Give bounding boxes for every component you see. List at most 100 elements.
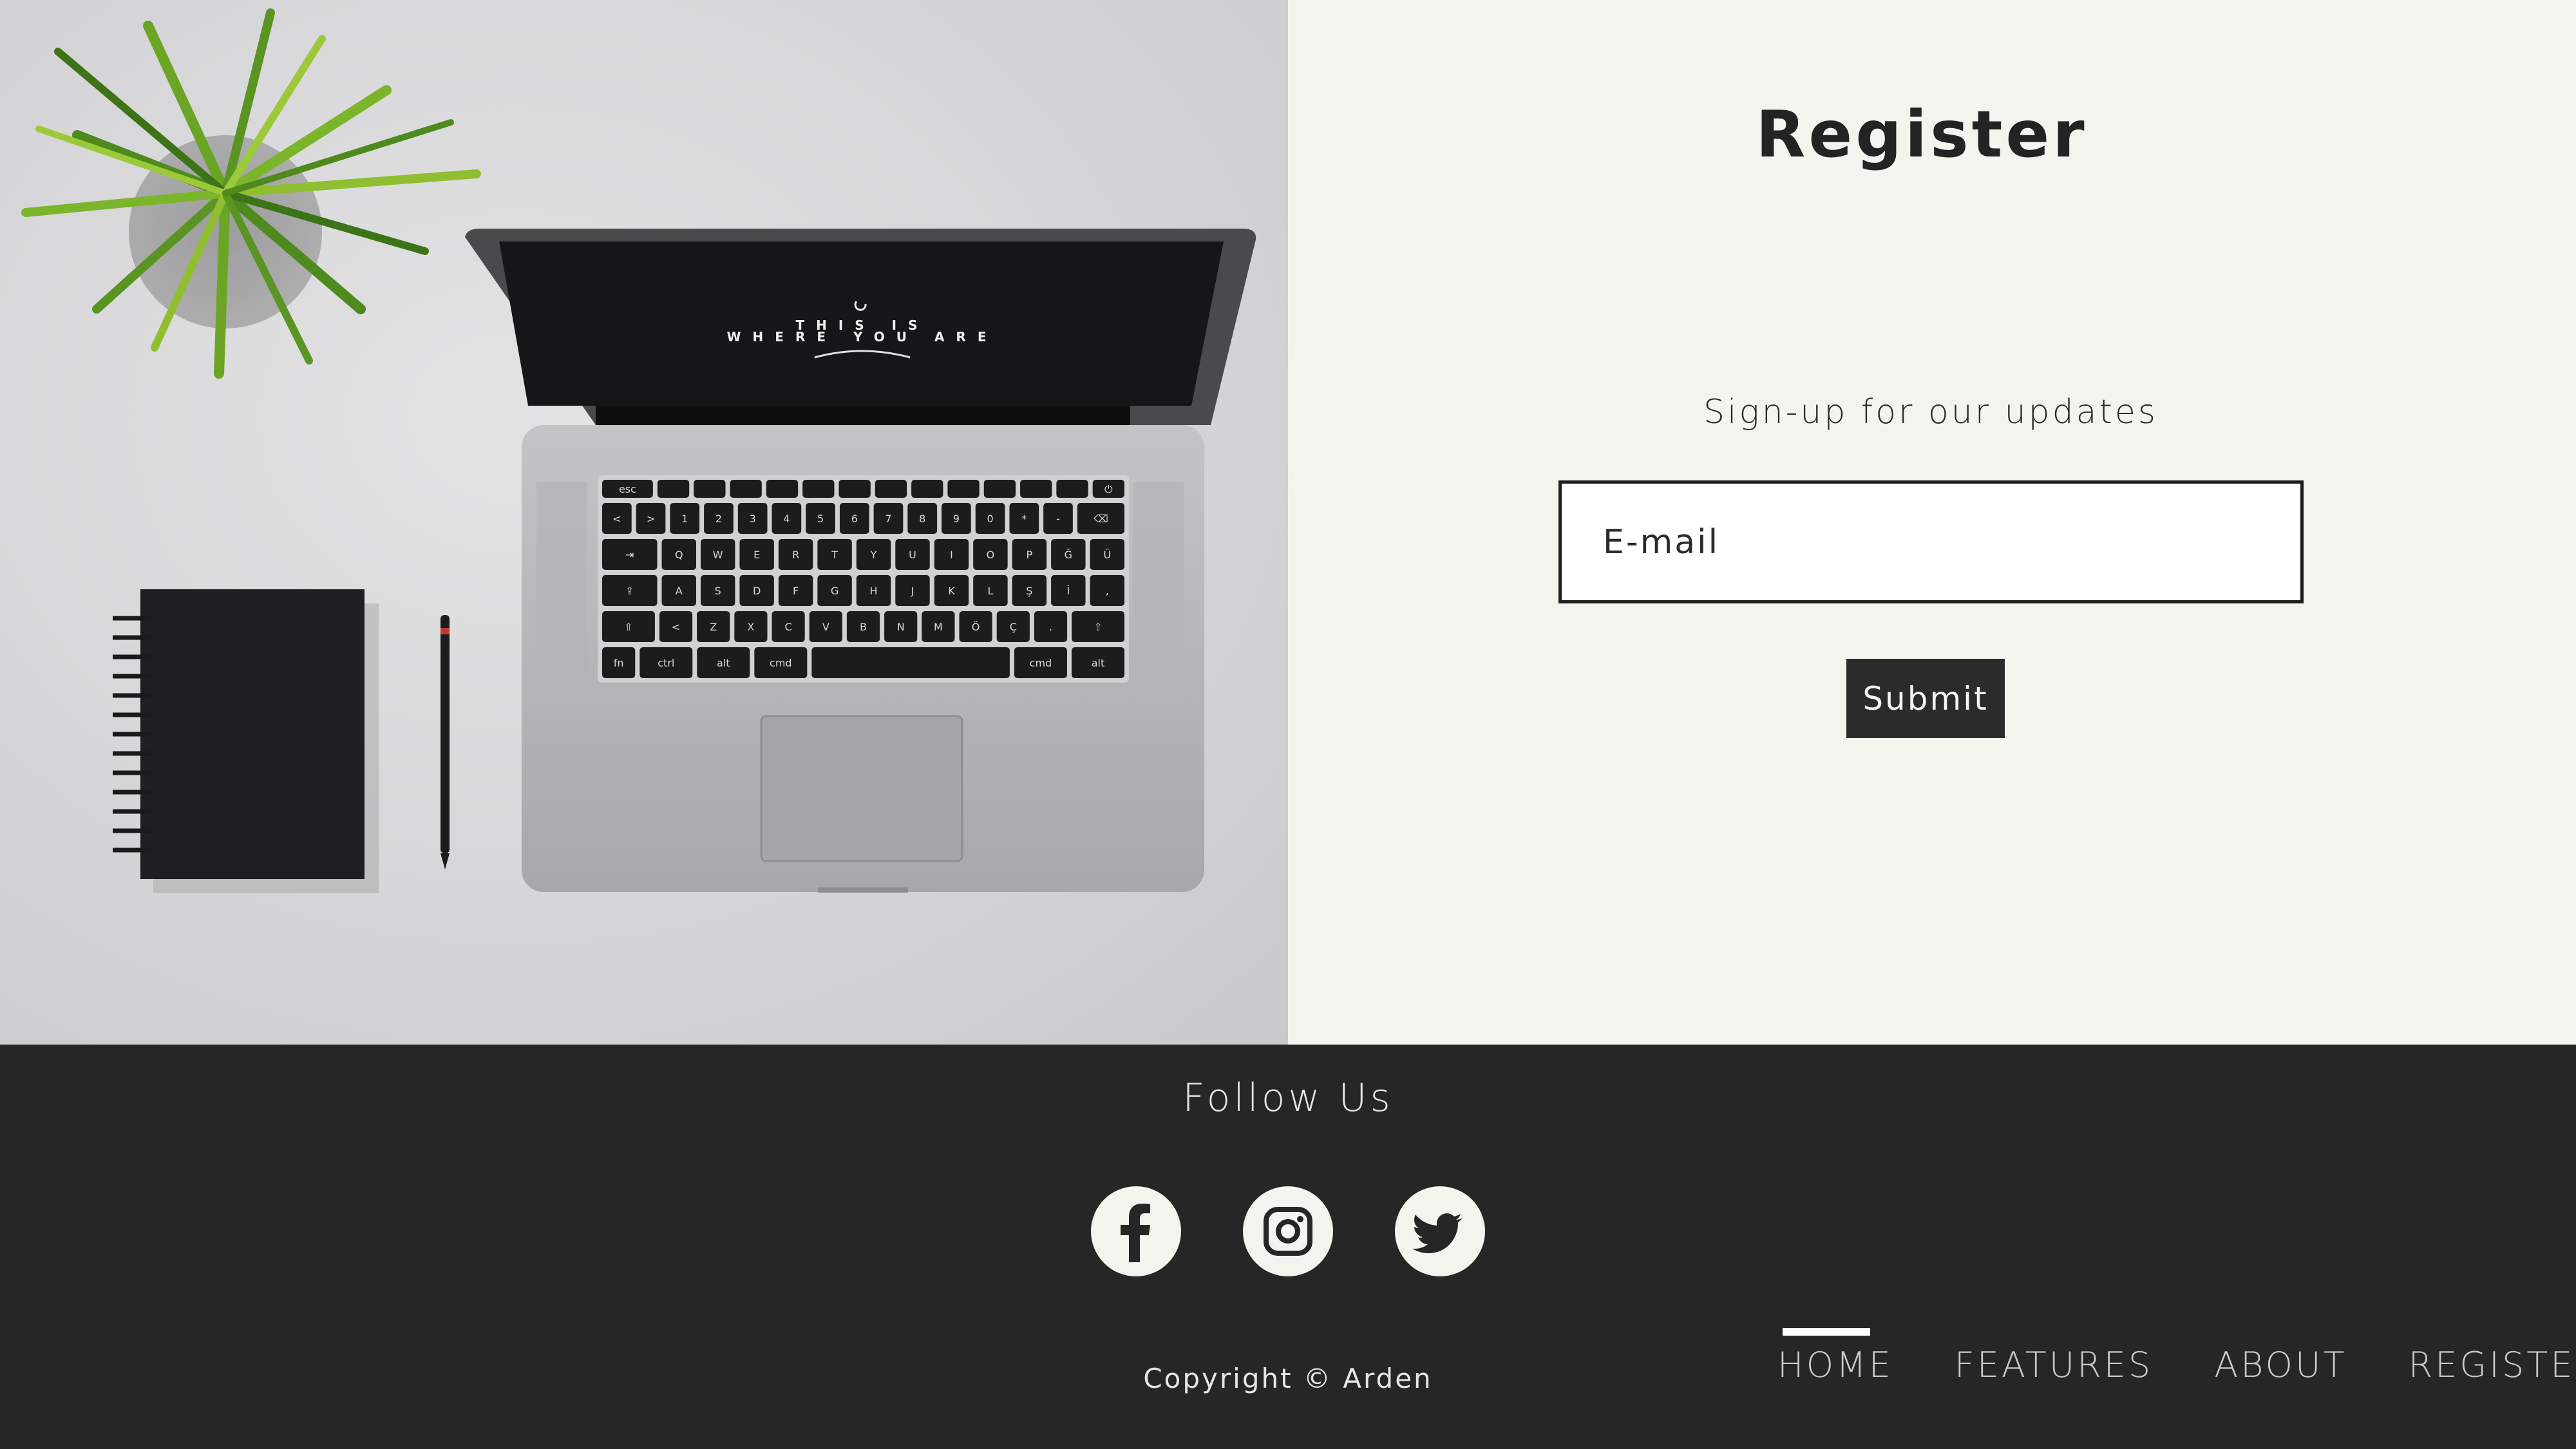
keyboard-key bbox=[911, 480, 943, 498]
twitter-icon bbox=[1412, 1213, 1463, 1253]
keyboard-key-label: P bbox=[1027, 549, 1033, 561]
keyboard-key bbox=[657, 480, 690, 498]
keyboard-key-label: V bbox=[822, 621, 829, 633]
keyboard-key-label: D bbox=[753, 585, 761, 597]
instagram-icon bbox=[1264, 1207, 1312, 1256]
keyboard-key bbox=[1020, 480, 1052, 498]
keyboard-key-label: Ş bbox=[1026, 585, 1032, 597]
keyboard-key-label: ⌫ bbox=[1093, 513, 1108, 525]
keyboard-key-label: K bbox=[948, 585, 955, 597]
screen-text-line2: WHERE YOU ARE bbox=[726, 329, 998, 345]
keyboard-key-label: ⇪ bbox=[625, 585, 634, 597]
keyboard-key-label: ⇥ bbox=[625, 549, 634, 561]
keyboard-key bbox=[766, 480, 799, 498]
keyboard-key-label: Ç bbox=[1010, 621, 1017, 633]
submit-button[interactable]: Submit bbox=[1846, 659, 2005, 738]
instagram-link[interactable] bbox=[1243, 1186, 1333, 1276]
hero-section: THIS IS WHERE YOU ARE esc ⏻ < >1 2 3 4 5 6 7 8 9 0 * -… bbox=[0, 0, 2576, 1045]
keyboard-key-label: > bbox=[647, 513, 655, 525]
keyboard-key-label: Ü bbox=[1103, 549, 1111, 561]
keyboard-key-label: İ bbox=[1066, 585, 1070, 597]
keyboard-key-label: 5 bbox=[817, 513, 824, 525]
keyboard-key-label: . bbox=[1049, 621, 1052, 633]
keyboard-key-label: - bbox=[1056, 513, 1060, 525]
keyboard-key-label: Ğ bbox=[1065, 549, 1072, 561]
workspace-photo-illustration: THIS IS WHERE YOU ARE esc ⏻< >1 2 3 4 5 6 7 8 9 0 * -… bbox=[21, 8, 1256, 893]
keyboard-key-label: , bbox=[1106, 585, 1109, 597]
keyboard-key-label: F bbox=[793, 585, 799, 597]
keyboard-key bbox=[694, 480, 726, 498]
nav-home[interactable]: HOME bbox=[1777, 1328, 1893, 1385]
register-panel: Register Sign-up for our updates Submit bbox=[1288, 0, 2576, 1045]
keyboard-key-label: ⏻ bbox=[1104, 483, 1113, 495]
keyboard-key-label: E bbox=[753, 549, 760, 561]
keyboard-key-label: J bbox=[911, 585, 914, 597]
keyboard-key-label: 4 bbox=[783, 513, 790, 525]
keyboard-key-label: 2 bbox=[715, 513, 722, 525]
keyboard-key bbox=[730, 480, 762, 498]
nav-features[interactable]: FEATURES bbox=[1955, 1345, 2153, 1385]
keyboard-key-label: ⇧ bbox=[1094, 621, 1102, 633]
keyboard-key-label: S bbox=[715, 585, 721, 597]
plant bbox=[21, 8, 481, 379]
keyboard-key-label: 8 bbox=[919, 513, 925, 525]
keyboard-key bbox=[875, 480, 907, 498]
keyboard-key bbox=[811, 647, 1010, 678]
keyboard-key bbox=[983, 480, 1016, 498]
keyboard-key-label: fn bbox=[614, 657, 624, 669]
keyboard-key-label: alt bbox=[717, 657, 730, 669]
keyboard-key-label: I bbox=[950, 549, 953, 561]
keyboard-key bbox=[947, 480, 980, 498]
keyboard-key-label: 0 bbox=[987, 513, 994, 525]
footer-nav: HOME FEATURES ABOUT REGISTER bbox=[1777, 1328, 2576, 1385]
keyboard-key-label: M bbox=[934, 621, 943, 633]
keyboard-key-label: Y bbox=[870, 549, 877, 561]
follow-us-title: Follow Us bbox=[1182, 1075, 1394, 1121]
twitter-link[interactable] bbox=[1395, 1186, 1485, 1276]
keyboard-key-label: U bbox=[909, 549, 916, 561]
keyboard-key bbox=[1056, 480, 1088, 498]
facebook-link[interactable] bbox=[1091, 1186, 1181, 1276]
notebook bbox=[113, 589, 379, 893]
keyboard-key-label: 7 bbox=[885, 513, 891, 525]
workspace-photo: THIS IS WHERE YOU ARE esc ⏻ < >1 2 3 4 5 6 7 8 9 0 * -… bbox=[0, 0, 1288, 1045]
nav-register[interactable]: REGISTER bbox=[2409, 1345, 2576, 1385]
keyboard-key-label: B bbox=[860, 621, 867, 633]
keyboard: esc ⏻ < >1 2 3 4 5 6 7 8 9 0 * - ⌫ ⇥ Q W E R T Y U I O P Ğ Ü ⇪ A S D F G H J… bbox=[602, 480, 1124, 678]
keyboard-key-label: C bbox=[785, 621, 792, 633]
keyboard-key-label: * bbox=[1021, 513, 1027, 525]
keyboard-key-label: 1 bbox=[681, 513, 688, 525]
laptop: THIS IS WHERE YOU ARE esc ⏻< >1 2 3 4 5 6 7 8 9 0 * -… bbox=[465, 229, 1256, 893]
keyboard-key bbox=[838, 480, 871, 498]
keyboard-key-label: ⇧ bbox=[624, 621, 632, 633]
keyboard-key-label: T bbox=[831, 549, 838, 561]
keyboard-key-label: G bbox=[831, 585, 838, 597]
keyboard-key-label: cmd bbox=[1030, 657, 1052, 669]
footer: Follow Us Copyright © Arden HOME FEATURE… bbox=[0, 1045, 2576, 1449]
keyboard-key-label: 3 bbox=[750, 513, 756, 525]
keyboard-key bbox=[802, 480, 835, 498]
keyboard-key-label: 6 bbox=[851, 513, 858, 525]
facebook-icon bbox=[1121, 1204, 1150, 1262]
keyboard-key-label: < bbox=[612, 513, 621, 525]
email-field[interactable] bbox=[1558, 480, 2304, 603]
keyboard-key-label: O bbox=[987, 549, 995, 561]
pen bbox=[440, 615, 450, 869]
keyboard-key-label: R bbox=[792, 549, 799, 561]
social-links bbox=[1091, 1186, 1485, 1276]
keyboard-key-label: X bbox=[747, 621, 754, 633]
keyboard-key-label: ctrl bbox=[658, 657, 674, 669]
keyboard-key-label: Z bbox=[710, 621, 717, 633]
keyboard-key-label: A bbox=[676, 585, 683, 597]
keyboard-key-label: W bbox=[713, 549, 723, 561]
register-title: Register bbox=[1756, 97, 2088, 172]
copyright-text: Copyright © Arden bbox=[1143, 1363, 1433, 1394]
page: THIS IS WHERE YOU ARE esc ⏻ < >1 2 3 4 5 6 7 8 9 0 * -… bbox=[0, 0, 2576, 1449]
keyboard-key-label: H bbox=[870, 585, 878, 597]
signup-subtitle: Sign-up for our updates bbox=[1703, 393, 2158, 431]
keyboard-key-label: N bbox=[897, 621, 905, 633]
nav-about[interactable]: ABOUT bbox=[2214, 1345, 2347, 1385]
keyboard-key-label: Q bbox=[675, 549, 683, 561]
keyboard-key-label: 9 bbox=[953, 513, 960, 525]
keyboard-key-label: alt bbox=[1092, 657, 1105, 669]
